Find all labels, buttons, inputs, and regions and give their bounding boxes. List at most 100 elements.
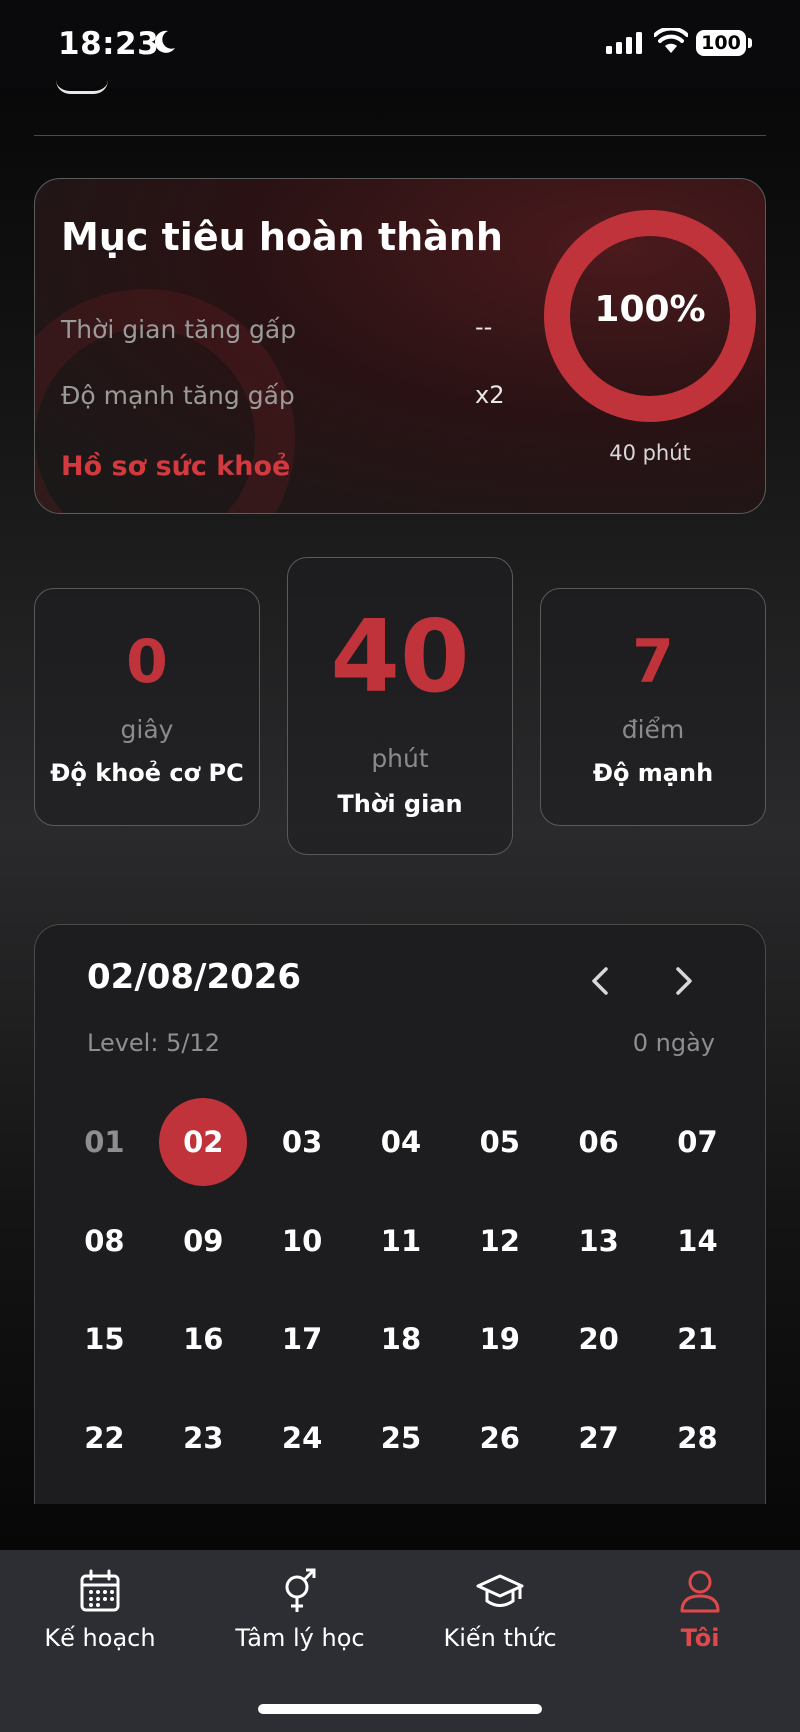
calendar-day[interactable]: 27 — [549, 1389, 648, 1488]
calendar-level: Level: 5/12 — [87, 1029, 220, 1057]
goal-card: Mục tiêu hoàn thành Thời gian tăng gấp -… — [34, 178, 766, 514]
calendar-grid: 01 02 03 04 05 06 07 08 09 10 11 12 13 14 15 16 17 18 19 20… — [55, 1093, 747, 1487]
tab-label: Tôi — [680, 1624, 720, 1652]
boost-strength-label: Độ mạnh tăng gấp — [61, 381, 295, 410]
calendar-day[interactable]: 14 — [648, 1192, 747, 1291]
stat-value: 7 — [632, 627, 674, 697]
health-profile-link[interactable]: Hồ sơ sức khoẻ — [61, 451, 290, 482]
stat-unit: điểm — [621, 715, 685, 744]
calendar-day-number: 16 — [183, 1322, 224, 1357]
calendar-day-number: 15 — [84, 1322, 125, 1357]
calendar-day[interactable]: 15 — [55, 1290, 154, 1389]
calendar-day[interactable]: 18 — [352, 1290, 451, 1389]
calendar-day[interactable]: 10 — [253, 1192, 352, 1291]
stat-unit: phút — [371, 744, 429, 773]
calendar-day-number: 13 — [578, 1223, 619, 1258]
progress-percent: 100% — [594, 289, 706, 330]
calendar-day-number: 07 — [677, 1125, 718, 1160]
moon-icon — [154, 30, 175, 53]
calendar-day[interactable]: 20 — [549, 1290, 648, 1389]
calendar-day-count: 0 ngày — [632, 1029, 715, 1057]
calendar-day-number: 10 — [281, 1223, 323, 1258]
calendar-day[interactable]: 19 — [450, 1290, 549, 1389]
calendar-day[interactable]: 17 — [253, 1290, 352, 1389]
chevron-right-icon[interactable] — [663, 961, 703, 1001]
status-bar: 18:23 100 — [0, 0, 800, 88]
calendar-day[interactable]: 06 — [549, 1093, 648, 1192]
user-icon — [680, 1570, 720, 1613]
calendar-day-number: 05 — [479, 1125, 520, 1160]
calendar-day-number: 18 — [380, 1322, 422, 1357]
tab-plan[interactable]: Kế hoạch — [0, 1568, 200, 1652]
calendar-day[interactable]: 26 — [450, 1389, 549, 1488]
calendar-day[interactable]: 12 — [450, 1192, 549, 1291]
calendar-day[interactable]: 24 — [253, 1389, 352, 1488]
boost-time-label: Thời gian tăng gấp — [61, 315, 297, 344]
stat-label: Độ khoẻ cơ PC — [50, 759, 244, 787]
calendar-day[interactable]: 23 — [154, 1389, 253, 1488]
calendar-day-number: 02 — [183, 1125, 224, 1160]
calendar-day[interactable]: 05 — [450, 1093, 549, 1192]
calendar-day-number: 04 — [380, 1125, 422, 1160]
calendar-day-number: 14 — [677, 1223, 718, 1258]
calendar-day-number: 25 — [380, 1420, 422, 1455]
calendar-day[interactable]: 21 — [648, 1290, 747, 1389]
calendar-day-number: 08 — [84, 1223, 125, 1258]
goal-title: Mục tiêu hoàn thành — [61, 215, 503, 259]
stat-label: Độ mạnh — [592, 759, 714, 787]
calendar-day[interactable]: 16 — [154, 1290, 253, 1389]
calendar-day[interactable]: 11 — [352, 1192, 451, 1291]
battery-tip — [748, 38, 752, 48]
calendar-day[interactable]: 08 — [55, 1192, 154, 1291]
stat-value: 40 — [330, 598, 470, 715]
calendar-day-number: 19 — [479, 1322, 520, 1357]
calendar-day-number: 09 — [183, 1223, 224, 1258]
calendar-day[interactable]: 09 — [154, 1192, 253, 1291]
boost-strength-value: x2 — [475, 381, 505, 409]
boost-time-value: -- — [475, 313, 493, 341]
calendar-day-number: 22 — [84, 1420, 125, 1455]
signal-icon — [606, 32, 642, 54]
tab-psychology[interactable]: Tâm lý học — [200, 1568, 400, 1652]
stat-unit: giây — [120, 715, 174, 744]
stat-card-time[interactable]: 40 phút Thời gian — [287, 557, 513, 855]
tab-label: Kế hoạch — [44, 1624, 156, 1652]
stat-card-pc-strength[interactable]: 0 giây Độ khoẻ cơ PC — [34, 588, 260, 826]
avatar[interactable] — [56, 80, 108, 94]
calendar-day-number: 28 — [677, 1420, 718, 1455]
home-indicator — [258, 1704, 542, 1714]
calendar-card: 02/08/2026 Level: 5/12 0 ngày 01 02 03 04 05… — [34, 924, 766, 1504]
calendar-day-number: 26 — [479, 1420, 520, 1455]
divider — [34, 135, 766, 136]
calendar-date: 02/08/2026 — [87, 957, 302, 997]
calendar-day[interactable]: 25 — [352, 1389, 451, 1488]
calendar-day[interactable]: 07 — [648, 1093, 747, 1192]
graduation-cap-icon — [476, 1574, 524, 1607]
calendar-day-number: 24 — [281, 1420, 323, 1455]
tab-knowledge[interactable]: Kiến thức — [400, 1568, 600, 1652]
calendar-day-number: 06 — [578, 1125, 619, 1160]
stat-label: Thời gian — [337, 790, 463, 818]
calendar-day[interactable]: 02 — [154, 1093, 253, 1192]
calendar-day[interactable]: 03 — [253, 1093, 352, 1192]
calendar-day-number: 11 — [380, 1223, 422, 1258]
calendar-day-number: 01 — [84, 1125, 125, 1160]
battery-indicator: 100 — [696, 30, 746, 56]
calendar-day-number: 20 — [578, 1322, 619, 1357]
calendar-day-number: 27 — [578, 1420, 619, 1455]
calendar-day[interactable]: 13 — [549, 1192, 648, 1291]
stat-value: 0 — [126, 627, 168, 697]
calendar-day[interactable]: 28 — [648, 1389, 747, 1488]
calendar-day[interactable]: 04 — [352, 1093, 451, 1192]
progress-duration: 40 phút — [609, 441, 691, 465]
wifi-icon — [654, 28, 688, 53]
calendar-day-number: 21 — [677, 1322, 718, 1357]
calendar-day[interactable]: 22 — [55, 1389, 154, 1488]
stat-card-strength[interactable]: 7 điểm Độ mạnh — [540, 588, 766, 826]
calendar-day[interactable]: 01 — [55, 1093, 154, 1192]
calendar-day-number: 17 — [281, 1322, 323, 1357]
chevron-left-icon[interactable] — [581, 961, 621, 1001]
tab-me[interactable]: Tôi — [600, 1568, 800, 1652]
gender-icon — [285, 1568, 316, 1612]
status-time: 18:23 — [58, 26, 160, 62]
